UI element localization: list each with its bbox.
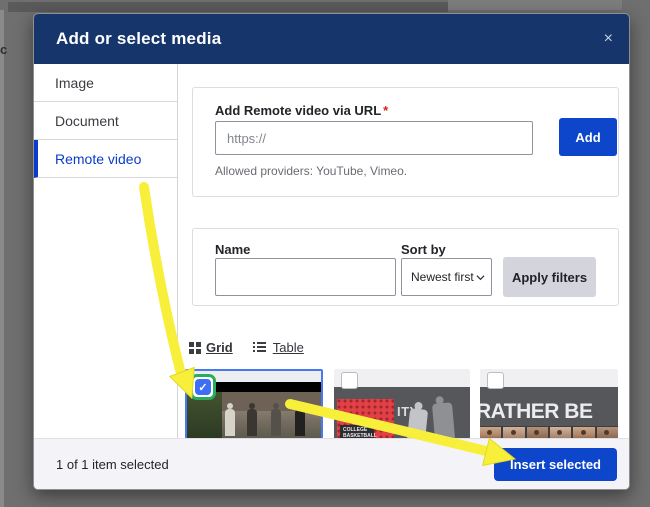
url-field-label: Add Remote video via URL* bbox=[215, 103, 388, 118]
name-filter-input[interactable] bbox=[215, 258, 396, 296]
media-item[interactable]: ITY COLLEGE BASKETBALL bbox=[334, 369, 470, 438]
media-item[interactable]: RATHER BE bbox=[480, 369, 618, 438]
backdrop-band bbox=[8, 2, 448, 12]
sort-by-value: Newest first bbox=[411, 270, 474, 284]
backdrop-partial-text: c bbox=[0, 42, 10, 57]
tab-image[interactable]: Image bbox=[34, 64, 177, 102]
screen: c Add or select media × Image Document R… bbox=[0, 0, 650, 507]
name-filter-label: Name bbox=[215, 242, 250, 257]
allowed-providers-help: Allowed providers: YouTube, Vimeo. bbox=[215, 164, 407, 178]
add-video-panel: Add Remote video via URL* Add Allowed pr… bbox=[192, 87, 619, 197]
sort-by-label: Sort by bbox=[401, 242, 446, 257]
modal-header: Add or select media × bbox=[34, 14, 629, 64]
thumbnail-badge-text: COLLEGE BASKETBALL bbox=[340, 425, 374, 438]
backdrop-band bbox=[448, 0, 622, 10]
table-view-link[interactable]: Table bbox=[273, 340, 304, 355]
tab-image-label: Image bbox=[55, 75, 94, 91]
backdrop-edge bbox=[0, 10, 4, 507]
media-library-modal: Add or select media × Image Document Rem… bbox=[33, 13, 630, 490]
media-item-checkbox[interactable] bbox=[487, 372, 504, 389]
modal-footer: 1 of 1 item selected Insert selected bbox=[34, 438, 629, 489]
modal-title: Add or select media bbox=[34, 29, 221, 49]
video-thumbnail: ITY COLLEGE BASKETBALL bbox=[334, 387, 470, 438]
insert-selected-button[interactable]: Insert selected bbox=[494, 448, 617, 481]
selection-status: 1 of 1 item selected bbox=[34, 457, 169, 472]
required-marker: * bbox=[383, 103, 388, 118]
tab-remote-video[interactable]: Remote video bbox=[34, 140, 177, 178]
sort-by-select[interactable]: Newest first bbox=[401, 258, 492, 296]
tab-remote-video-label: Remote video bbox=[55, 151, 141, 167]
tab-document-label: Document bbox=[55, 113, 119, 129]
media-item-checkbox-checked[interactable]: ✓ bbox=[190, 374, 216, 400]
table-view-icon bbox=[253, 342, 266, 353]
media-item-checkbox[interactable] bbox=[341, 372, 358, 389]
modal-content: Add Remote video via URL* Add Allowed pr… bbox=[179, 64, 629, 438]
media-type-sidebar: Image Document Remote video bbox=[34, 64, 178, 438]
filters-panel: Name Sort by Newest first Apply filters bbox=[192, 228, 619, 306]
checkmark-icon: ✓ bbox=[198, 381, 207, 394]
video-thumbnail: RATHER BE bbox=[480, 387, 618, 438]
view-toggle: Grid Table bbox=[189, 340, 304, 355]
close-icon[interactable]: × bbox=[604, 31, 613, 47]
thumbnail-text: RATHER BE bbox=[480, 400, 618, 424]
grid-view-icon bbox=[189, 342, 201, 354]
chevron-down-icon bbox=[476, 273, 485, 282]
tab-document[interactable]: Document bbox=[34, 102, 177, 140]
apply-filters-button[interactable]: Apply filters bbox=[503, 257, 596, 297]
grid-view-link[interactable]: Grid bbox=[206, 340, 233, 355]
video-url-input[interactable] bbox=[215, 121, 533, 155]
add-button[interactable]: Add bbox=[559, 118, 617, 156]
media-item-selected[interactable]: ✓ bbox=[185, 369, 323, 438]
